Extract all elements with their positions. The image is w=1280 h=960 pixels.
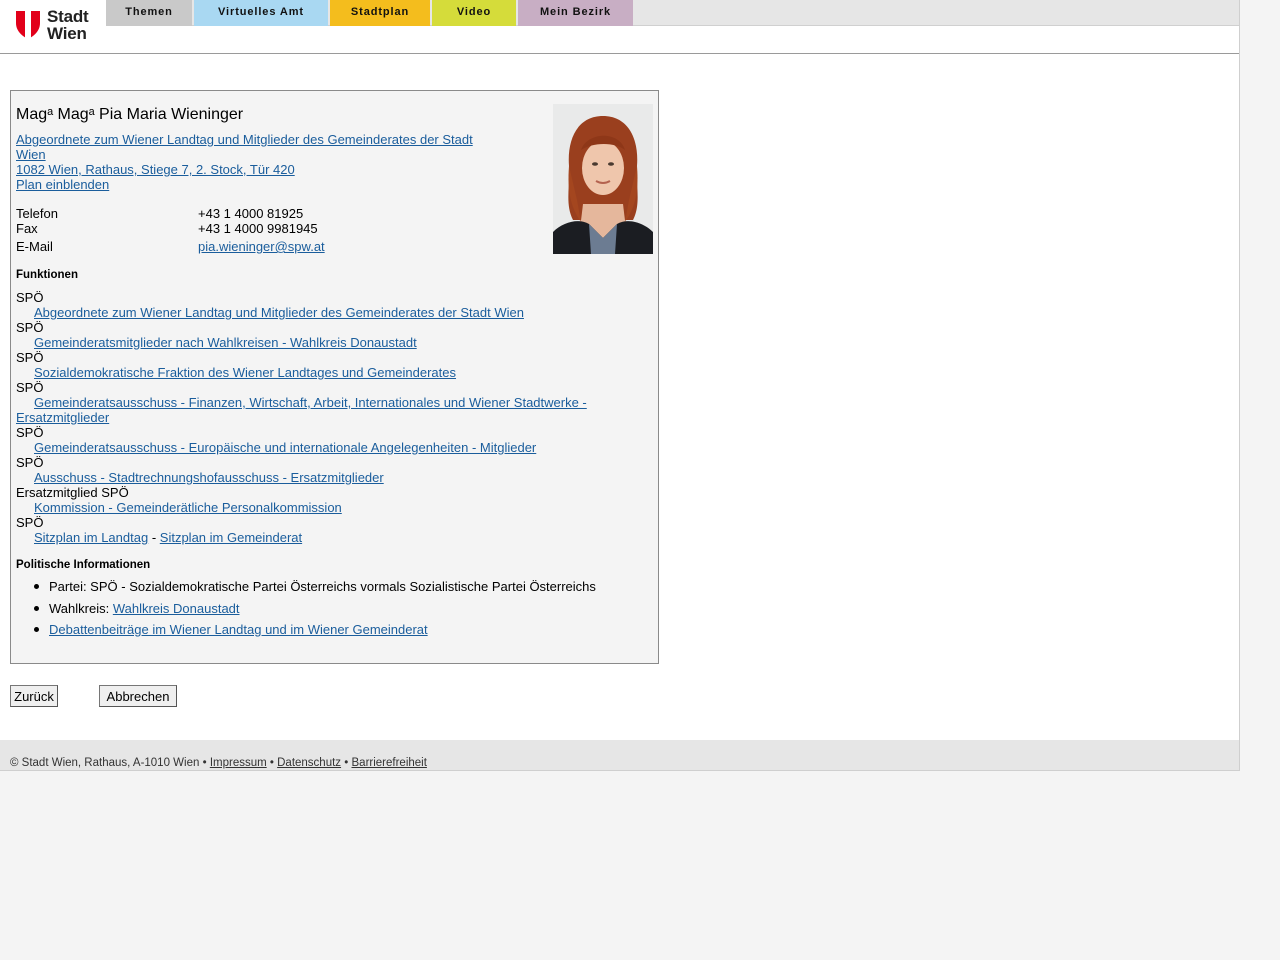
function-party: SPÖ [16, 320, 44, 335]
function-party: Ersatzmitglied SPÖ [16, 485, 129, 500]
impressum-link[interactable]: Impressum [210, 757, 267, 769]
back-button[interactable]: Zurück [10, 685, 58, 707]
function-link[interactable]: Kommission - Gemeinderätliche Personalko… [34, 500, 342, 515]
party-info: Partei: SPÖ - Sozialdemokratische Partei… [49, 579, 596, 594]
footer-line: © Stadt Wien, Rathaus, A-1010 Wien • Imp… [10, 756, 427, 771]
political-heading: Politische Informationen [16, 559, 151, 571]
email-label: E-Mail [16, 239, 53, 254]
logo-wordmark: Stadt Wien [47, 7, 89, 43]
show-plan-link[interactable]: Plan einblenden [16, 177, 109, 192]
footer-separator: • [344, 757, 349, 769]
function-link[interactable]: Gemeinderatsausschuss - Europäische und … [34, 440, 536, 455]
role-link-line-1[interactable]: Abgeordnete zum Wiener Landtag und Mitgl… [16, 132, 473, 147]
tab-stadtplan[interactable]: Stadtplan [330, 0, 430, 26]
cancel-button[interactable]: Abbrechen [99, 685, 177, 707]
seating-plan-row: Sitzplan im Landtag - Sitzplan im Gemein… [34, 530, 302, 545]
functions-heading: Funktionen [16, 269, 78, 281]
tab-virtuelles-amt[interactable]: Virtuelles Amt [194, 0, 328, 26]
page-body: Stadt Wien Themen Virtuelles Amt Stadtpl… [0, 0, 1240, 740]
main-navigation: Themen Virtuelles Amt Stadtplan Video Me… [106, 0, 635, 26]
fax-label: Fax [16, 221, 38, 236]
site-header: Stadt Wien Themen Virtuelles Amt Stadtpl… [0, 0, 1239, 54]
phone-label: Telefon [16, 206, 58, 221]
function-party: SPÖ [16, 515, 44, 530]
function-party: SPÖ [16, 290, 44, 305]
barrierefreiheit-link[interactable]: Barrierefreiheit [352, 757, 427, 769]
logo-line-2: Wien [47, 24, 87, 43]
function-link[interactable]: Gemeinderatsausschuss - Finanzen, Wirtsc… [34, 395, 587, 410]
logo-line-1: Stadt [47, 7, 89, 26]
person-name: Magᵃ Magᵃ Pia Maria Wieninger [16, 106, 244, 123]
function-link[interactable]: Gemeinderatsmitglieder nach Wahlkreisen … [34, 335, 417, 350]
wien-shield-icon [16, 11, 40, 39]
seating-plan-landtag-link[interactable]: Sitzplan im Landtag [34, 530, 148, 545]
function-link[interactable]: Ausschuss - Stadtrechnungshofausschuss -… [34, 470, 384, 485]
bullet-icon [34, 606, 39, 611]
tab-themen[interactable]: Themen [106, 0, 192, 26]
function-party: SPÖ [16, 455, 44, 470]
bullet-icon [34, 627, 39, 632]
tab-video[interactable]: Video [432, 0, 516, 26]
district-link[interactable]: Wahlkreis Donaustadt [113, 601, 240, 616]
function-party: SPÖ [16, 350, 44, 365]
seating-plan-separator: - [151, 530, 157, 545]
stadt-wien-logo[interactable]: Stadt Wien [16, 7, 96, 43]
seating-plan-gemeinderat-link[interactable]: Sitzplan im Gemeinderat [160, 530, 302, 545]
footer-separator: • [202, 757, 207, 769]
phone-value: +43 1 4000 81925 [198, 206, 304, 221]
function-link-continued[interactable]: Ersatzmitglieder [16, 410, 109, 425]
district-info: Wahlkreis: Wahlkreis Donaustadt [49, 601, 240, 616]
function-party: SPÖ [16, 425, 44, 440]
bullet-icon [34, 584, 39, 589]
footer-copyright: © Stadt Wien, Rathaus, A-1010 Wien [10, 757, 200, 769]
site-footer: © Stadt Wien, Rathaus, A-1010 Wien • Imp… [0, 740, 1240, 771]
role-link-line-2[interactable]: Wien [16, 147, 46, 162]
function-link[interactable]: Abgeordnete zum Wiener Landtag und Mitgl… [34, 305, 524, 320]
function-party: SPÖ [16, 380, 44, 395]
footer-separator: • [269, 757, 274, 769]
email-link[interactable]: pia.wieninger@spw.at [198, 239, 325, 254]
address-link[interactable]: 1082 Wien, Rathaus, Stiege 7, 2. Stock, … [16, 162, 295, 177]
person-card: Magᵃ Magᵃ Pia Maria Wieninger Abgeordnet… [10, 90, 659, 664]
tab-mein-bezirk[interactable]: Mein Bezirk [518, 0, 633, 26]
fax-value: +43 1 4000 9981945 [198, 221, 318, 236]
district-label: Wahlkreis: [49, 601, 110, 616]
function-link[interactable]: Sozialdemokratische Fraktion des Wiener … [34, 365, 456, 380]
datenschutz-link[interactable]: Datenschutz [277, 757, 341, 769]
debates-link[interactable]: Debattenbeiträge im Wiener Landtag und i… [49, 622, 428, 637]
portrait-photo [553, 104, 653, 254]
